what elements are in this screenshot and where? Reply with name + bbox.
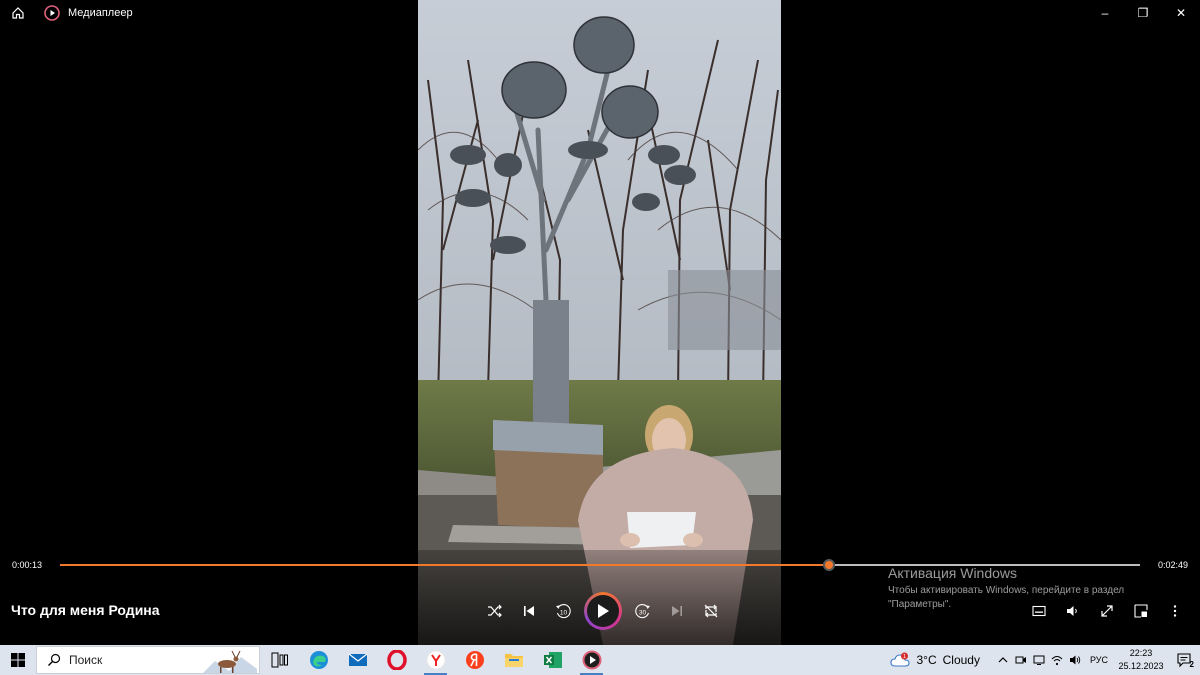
window-title: Медиаплеер: [68, 6, 133, 19]
home-icon: [12, 6, 24, 19]
media-player-window: Медиаплеер – ❐ ✕ 0:00:13 0:02:49 Что для…: [0, 0, 1200, 645]
action-center-button[interactable]: 2: [1168, 645, 1200, 675]
activation-title: Активация Windows: [888, 565, 1018, 581]
weather-desc: Cloudy: [942, 653, 980, 667]
subtitles-icon: [1032, 605, 1046, 617]
clock-time: 22:23: [1129, 648, 1153, 658]
show-hidden-icons-button[interactable]: [994, 645, 1012, 675]
weather-widget[interactable]: 1 3°C Cloudy: [890, 652, 980, 668]
next-icon: [672, 606, 682, 616]
taskbar-yandex[interactable]: [455, 645, 494, 675]
webcam-tray-button[interactable]: [1012, 645, 1030, 675]
repeat-button[interactable]: [694, 593, 728, 629]
display-icon: [1033, 655, 1045, 665]
taskbar-task-view[interactable]: [260, 645, 299, 675]
taskbar-media-player[interactable]: [572, 645, 611, 675]
total-time: 0:02:49: [1157, 560, 1188, 570]
subtitles-button[interactable]: [1022, 598, 1056, 624]
home-button[interactable]: [0, 0, 36, 25]
title-bar: Медиаплеер – ❐ ✕: [0, 0, 1200, 25]
repeat-off-icon: [704, 604, 718, 618]
fullscreen-icon: [1101, 605, 1113, 617]
current-time: 0:00:13: [12, 560, 43, 570]
minimize-button[interactable]: –: [1086, 0, 1124, 25]
shuffle-button[interactable]: [478, 593, 512, 629]
seek-thumb[interactable]: [822, 559, 835, 571]
media-title: Что для меня Родина: [11, 602, 160, 618]
video-frame[interactable]: [418, 0, 781, 645]
miniplayer-button[interactable]: [1124, 598, 1158, 624]
close-button[interactable]: ✕: [1162, 0, 1200, 25]
transport-controls: 10 30: [478, 592, 728, 630]
search-placeholder: Поиск: [69, 653, 103, 667]
speaker-icon: [1069, 655, 1081, 665]
taskbar: Поиск 1 3°C Cloudy РУС 22:23 25.12.2023 …: [0, 645, 1200, 675]
skip-forward-button[interactable]: 30: [626, 593, 660, 629]
media-player-logo-icon: [44, 4, 60, 21]
shuffle-icon: [488, 604, 502, 618]
yandex-icon: [465, 651, 484, 669]
system-tray: 1 3°C Cloudy РУС 22:23 25.12.2023 2: [890, 645, 1200, 675]
weather-badge: 1: [903, 654, 906, 660]
previous-button[interactable]: [512, 593, 546, 629]
excel-icon: [543, 652, 562, 668]
cloud-icon: 1: [890, 652, 911, 667]
taskbar-yandex-browser[interactable]: [416, 645, 455, 675]
taskbar-opera[interactable]: [377, 645, 416, 675]
video-image: [418, 0, 781, 645]
window-controls: – ❐ ✕: [1086, 0, 1200, 25]
play-icon: [598, 604, 609, 618]
folder-icon: [504, 654, 523, 667]
more-options-button[interactable]: [1158, 598, 1192, 624]
previous-icon: [524, 606, 534, 616]
taskbar-clock[interactable]: 22:23 25.12.2023: [1114, 647, 1168, 673]
skip-back-button[interactable]: 10: [546, 593, 580, 629]
reindeer-search-highlight-icon: [203, 650, 257, 673]
taskbar-search-box[interactable]: Поиск: [36, 646, 260, 674]
windows-logo-icon: [11, 653, 25, 667]
media-player-icon: [582, 650, 601, 670]
volume-icon: [1067, 606, 1077, 616]
edge-icon: [309, 651, 328, 669]
miniplayer-icon: [1134, 604, 1148, 618]
skip-forward-30-icon: 30: [635, 604, 650, 619]
weather-temp: 3°C: [916, 653, 937, 667]
camera-icon: [1015, 656, 1026, 664]
wifi-icon: [1051, 656, 1063, 666]
skip-forward-label: 30: [639, 610, 647, 617]
notification-count: 2: [1189, 660, 1194, 669]
taskbar-excel[interactable]: [533, 645, 572, 675]
taskbar-edge[interactable]: [299, 645, 338, 675]
activation-line-1: Чтобы активировать Windows, перейдите в …: [888, 585, 1125, 596]
more-options-icon: [1173, 605, 1177, 617]
chevron-up-icon: [998, 657, 1008, 663]
mail-icon: [348, 653, 367, 666]
volume-button[interactable]: [1056, 598, 1090, 624]
seek-bar-progress: [60, 564, 829, 566]
skip-back-label: 10: [560, 610, 568, 617]
volume-tray-button[interactable]: [1066, 645, 1084, 675]
taskbar-file-explorer[interactable]: [494, 645, 533, 675]
skip-back-10-icon: 10: [556, 604, 571, 619]
right-tool-buttons: [1022, 598, 1192, 624]
fullscreen-button[interactable]: [1090, 598, 1124, 624]
play-button[interactable]: [584, 592, 622, 630]
clock-date: 25.12.2023: [1118, 661, 1164, 671]
opera-icon: [386, 650, 407, 670]
restore-button[interactable]: ❐: [1124, 0, 1162, 25]
start-button[interactable]: [0, 645, 36, 675]
display-tray-button[interactable]: [1030, 645, 1048, 675]
network-tray-button[interactable]: [1048, 645, 1066, 675]
taskbar-mail[interactable]: [338, 645, 377, 675]
yandex-browser-icon: [426, 650, 445, 670]
next-button[interactable]: [660, 593, 694, 629]
search-icon: [48, 653, 61, 666]
task-view-icon: [271, 652, 288, 668]
input-language[interactable]: РУС: [1090, 655, 1108, 665]
